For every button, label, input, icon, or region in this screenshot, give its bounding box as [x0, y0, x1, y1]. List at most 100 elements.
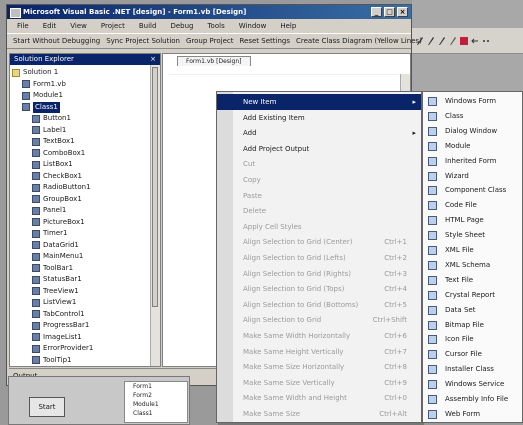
menu-window[interactable]: Window	[239, 22, 267, 30]
submenu-item[interactable]: Inherited Form	[423, 154, 522, 169]
tree-item[interactable]: DataGrid1	[10, 240, 160, 252]
list-item[interactable]: Form2	[125, 391, 187, 400]
menu-item[interactable]: Make Same Height Vertically Ctrl+7	[217, 344, 421, 360]
start-button[interactable]: Start	[29, 397, 65, 417]
menu-tools[interactable]: Tools	[207, 22, 224, 30]
close-button[interactable]: ×	[397, 7, 408, 17]
menu-edit[interactable]: Edit	[43, 22, 57, 30]
color-swatch-icon[interactable]	[460, 36, 468, 46]
submenu-item[interactable]: Crystal Report	[423, 288, 522, 303]
submenu-item[interactable]: Bitmap File	[423, 318, 522, 333]
menu-item[interactable]: Make Same Size Vertically Ctrl+9	[217, 375, 421, 391]
tree-item[interactable]: Class1	[10, 101, 160, 113]
list-item[interactable]: Class1	[125, 409, 187, 418]
close-icon[interactable]: ×	[150, 54, 156, 65]
menu-item[interactable]: Make Same Size Horizontally Ctrl+8	[217, 359, 421, 375]
tree-item[interactable]: Form1.vb	[10, 79, 160, 91]
menu-item[interactable]: Align Selection to Grid Ctrl+Shift	[217, 312, 421, 328]
tree-item[interactable]: ListBox1	[10, 159, 160, 171]
tree-item[interactable]: Label1	[10, 125, 160, 137]
submenu-item[interactable]: Module	[423, 139, 522, 154]
tree-item[interactable]: TabControl1	[10, 309, 160, 321]
menu-item[interactable]: Add Existing Item	[217, 110, 421, 126]
tree-item[interactable]: ProgressBar1	[10, 320, 160, 332]
menu-item[interactable]: Align Selection to Grid (Rights) Ctrl+3	[217, 266, 421, 282]
pen-icon[interactable]	[438, 36, 446, 46]
menu-item[interactable]: Apply Cell Styles	[217, 219, 421, 235]
menu-build[interactable]: Build	[139, 22, 157, 30]
toolbar-start-button[interactable]: Start Without Debugging	[13, 37, 100, 45]
menu-view[interactable]: View	[70, 22, 87, 30]
tree-item[interactable]: TreeView1	[10, 286, 160, 298]
menu-item[interactable]: Make Same Size Ctrl+Alt	[217, 406, 421, 422]
menu-item[interactable]: Align Selection to Grid (Tops) Ctrl+4	[217, 281, 421, 297]
toolbar-diagram-button[interactable]: Create Class Diagram (Yellow Lines)	[296, 37, 422, 45]
tree-item[interactable]: CheckBox1	[10, 171, 160, 183]
menu-item[interactable]: Copy	[217, 172, 421, 188]
tree-item[interactable]: ListView1	[10, 297, 160, 309]
tree-item[interactable]: TextBox1	[10, 136, 160, 148]
submenu-item[interactable]: Windows Form	[423, 94, 522, 109]
submenu-item[interactable]: Class	[423, 109, 522, 124]
tree-item[interactable]: ImageList1	[10, 332, 160, 344]
menu-item[interactable]: Paste	[217, 188, 421, 204]
submenu-item[interactable]: Installer Class	[423, 362, 522, 377]
toolbar-group-button[interactable]: Group Project	[186, 37, 234, 45]
submenu-item[interactable]: XML File	[423, 243, 522, 258]
arrow-left-icon[interactable]	[471, 36, 479, 46]
menu-item[interactable]: Make Same Width Horizontally Ctrl+6	[217, 328, 421, 344]
tree-item[interactable]: Panel1	[10, 205, 160, 217]
tab-form-design[interactable]: Form1.vb [Design]	[177, 56, 251, 66]
tree-item[interactable]: Timer1	[10, 228, 160, 240]
tree-item[interactable]: PictureBox1	[10, 217, 160, 229]
tree-item[interactable]: ToolBar1	[10, 263, 160, 275]
minimize-button[interactable]: _	[371, 7, 382, 17]
menu-project[interactable]: Project	[101, 22, 125, 30]
tree-item[interactable]: GroupBox1	[10, 194, 160, 206]
menu-item[interactable]: Align Selection to Grid (Bottoms) Ctrl+5	[217, 297, 421, 313]
submenu-item[interactable]: Icon File	[423, 332, 522, 347]
menu-item[interactable]: Add Project Output	[217, 141, 421, 157]
toolbar-sync-button[interactable]: Sync Project Solution	[106, 37, 180, 45]
tree-item[interactable]: ComboBox1	[10, 148, 160, 160]
toolbar-reset-button[interactable]: Reset Settings	[240, 37, 291, 45]
tree-item[interactable]: Splitter1	[10, 366, 160, 367]
ellipsis-icon[interactable]	[482, 36, 490, 46]
pen-icon[interactable]	[427, 36, 435, 46]
list-item[interactable]: Module1	[125, 400, 187, 409]
tree-item[interactable]: MainMenu1	[10, 251, 160, 263]
title-bar[interactable]: Microsoft Visual Basic .NET [design] - F…	[7, 5, 411, 19]
submenu-item[interactable]: Component Class	[423, 183, 522, 198]
tree-item[interactable]: ToolTip1	[10, 355, 160, 367]
tree-item[interactable]: RadioButton1	[10, 182, 160, 194]
menu-item[interactable]: Align Selection to Grid (Center) Ctrl+1	[217, 234, 421, 250]
submenu-item[interactable]: Dialog Window	[423, 124, 522, 139]
menu-item[interactable]: Add ▸	[217, 125, 421, 141]
tree-item[interactable]: Solution 1	[10, 67, 160, 79]
tree-item[interactable]: ErrorProvider1	[10, 343, 160, 355]
submenu-item[interactable]: Style Sheet	[423, 228, 522, 243]
menu-item[interactable]: Make Same Width and Height Ctrl+0	[217, 390, 421, 406]
submenu-item[interactable]: Code File	[423, 198, 522, 213]
menu-file[interactable]: File	[17, 22, 29, 30]
submenu-item[interactable]: XML Schema	[423, 258, 522, 273]
submenu-item[interactable]: Wizard	[423, 169, 522, 184]
submenu-item[interactable]: Data Set	[423, 303, 522, 318]
menu-item[interactable]: Cut	[217, 156, 421, 172]
menu-item[interactable]: New Item ▸	[217, 94, 421, 110]
submenu-item[interactable]: Windows Service	[423, 377, 522, 392]
submenu-item[interactable]: Text File	[423, 273, 522, 288]
menu-help[interactable]: Help	[280, 22, 296, 30]
submenu-item[interactable]: Assembly Info File	[423, 392, 522, 407]
tree-item[interactable]: StatusBar1	[10, 274, 160, 286]
scroll-thumb[interactable]	[152, 67, 158, 307]
tree-item[interactable]: Button1	[10, 113, 160, 125]
menu-item[interactable]: Align Selection to Grid (Lefts) Ctrl+2	[217, 250, 421, 266]
maximize-button[interactable]: □	[384, 7, 395, 17]
submenu-item[interactable]: Web Form	[423, 407, 522, 422]
menu-debug[interactable]: Debug	[170, 22, 193, 30]
pencil-icon[interactable]	[449, 36, 457, 46]
submenu-item[interactable]: HTML Page	[423, 213, 522, 228]
tree-scrollbar[interactable]	[150, 65, 160, 366]
menu-item[interactable]: Delete	[217, 203, 421, 219]
